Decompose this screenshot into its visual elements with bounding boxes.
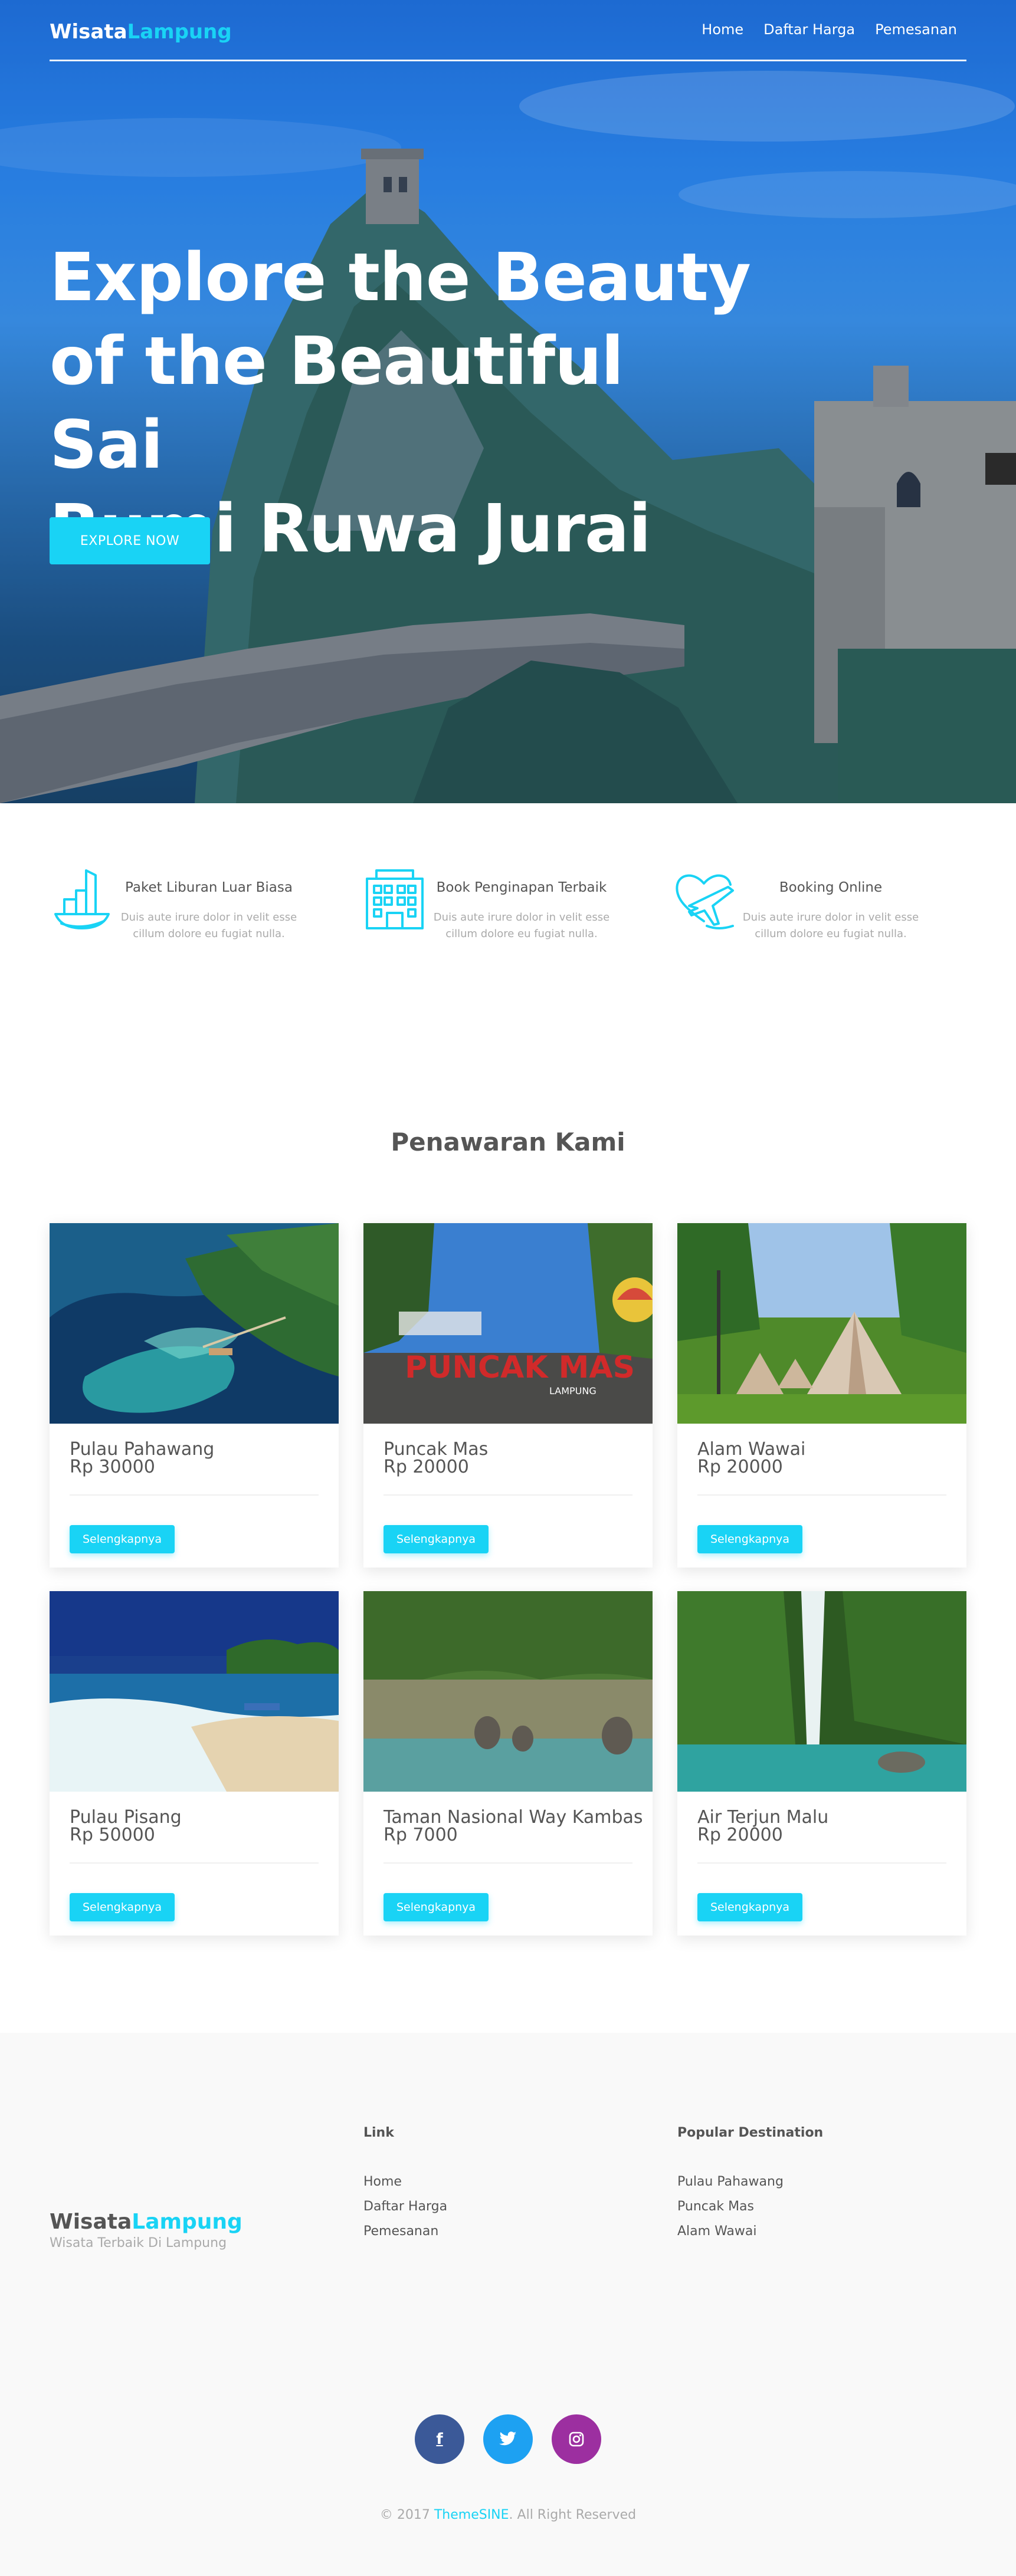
feature-title: Booking Online bbox=[779, 880, 883, 895]
footer-links-column: Link Home Daftar Harga Pemesanan bbox=[363, 2125, 447, 2244]
offer-image bbox=[50, 1591, 339, 1792]
twitter-bird-glyph bbox=[499, 2432, 516, 2446]
hero-title-line-1: Explore the Beauty bbox=[50, 239, 751, 316]
footer-link-pemesanan[interactable]: Pemesanan bbox=[363, 2219, 447, 2244]
offer-price: Rp 50000 bbox=[70, 1825, 155, 1845]
offer-image bbox=[50, 1223, 339, 1424]
footer-popular-heading: Popular Destination bbox=[677, 2125, 824, 2140]
selengkapnya-button[interactable]: Selengkapnya bbox=[697, 1893, 802, 1921]
boat-icon bbox=[54, 869, 110, 929]
selengkapnya-button[interactable]: Selengkapnya bbox=[697, 1525, 802, 1553]
card-divider bbox=[70, 1494, 319, 1496]
instagram-glyph bbox=[569, 2432, 584, 2447]
footer-tagline: Wisata Terbaik Di Lampung bbox=[50, 2236, 227, 2250]
offer-card[interactable]: PUNCAK MAS LAMPUNG Puncak Mas Rp 20000 S… bbox=[363, 1223, 653, 1568]
offer-card[interactable]: Taman Nasional Way Kambas Rp 7000 Seleng… bbox=[363, 1591, 653, 1936]
feature-item: Booking Online Duis aute irure dolor in … bbox=[671, 861, 966, 955]
plane-heart-icon bbox=[676, 874, 734, 929]
footer-popular-column: Popular Destination Pulau Pahawang Punca… bbox=[677, 2125, 823, 2244]
offer-card[interactable]: Alam Wawai Rp 20000 Selengkapnya bbox=[677, 1223, 966, 1568]
nav-menu: Home Daftar Harga Pemesanan bbox=[702, 21, 957, 38]
feature-item: Book Penginapan Terbaik Duis aute irure … bbox=[362, 861, 657, 955]
card-divider bbox=[697, 1494, 946, 1496]
copyright-text: © 2017 ThemeSINE. All Right Reserved bbox=[0, 2508, 1016, 2522]
facebook-icon[interactable]: f bbox=[415, 2414, 464, 2464]
offer-image bbox=[677, 1223, 966, 1424]
feature-title: Book Penginapan Terbaik bbox=[436, 880, 607, 895]
logo-text-part1: Wisata bbox=[50, 20, 127, 44]
puncak-mas-sign-subtext: LAMPUNG bbox=[549, 1385, 597, 1397]
footer-links-heading: Link bbox=[363, 2125, 394, 2140]
instagram-icon[interactable] bbox=[552, 2414, 601, 2464]
card-divider bbox=[697, 1862, 946, 1864]
offer-card[interactable]: Pulau Pisang Rp 50000 Selengkapnya bbox=[50, 1591, 339, 1936]
hero-section: WisataLampung Home Daftar Harga Pemesana… bbox=[0, 0, 1016, 803]
footer-link-daftar-harga[interactable]: Daftar Harga bbox=[363, 2194, 447, 2219]
card-divider bbox=[384, 1494, 632, 1496]
social-links: f bbox=[0, 2414, 1016, 2464]
offer-image: PUNCAK MAS LAMPUNG bbox=[363, 1223, 653, 1424]
offer-price: Rp 20000 bbox=[697, 1825, 783, 1845]
offer-image bbox=[677, 1591, 966, 1792]
nav-daftar-harga-link[interactable]: Daftar Harga bbox=[763, 21, 855, 38]
offers-section-title: Penawaran Kami bbox=[391, 1128, 625, 1156]
logo-text-part2: Lampung bbox=[127, 20, 232, 44]
nav-home-link[interactable]: Home bbox=[702, 21, 743, 38]
card-divider bbox=[70, 1862, 319, 1864]
selengkapnya-button[interactable]: Selengkapnya bbox=[384, 1893, 489, 1921]
top-navbar: WisataLampung Home Daftar Harga Pemesana… bbox=[50, 0, 966, 61]
feature-description: Duis aute irure dolor in velit esse cill… bbox=[433, 911, 610, 940]
selengkapnya-button[interactable]: Selengkapnya bbox=[70, 1525, 175, 1553]
feature-description: Duis aute irure dolor in velit esse cill… bbox=[120, 911, 297, 940]
footer-popular-link[interactable]: Puncak Mas bbox=[677, 2194, 823, 2219]
offer-price: Rp 30000 bbox=[70, 1457, 155, 1477]
copyright-brand-link[interactable]: ThemeSINE bbox=[434, 2508, 509, 2522]
footer-link-home[interactable]: Home bbox=[363, 2170, 447, 2194]
hotel-icon bbox=[366, 869, 424, 929]
footer-logo[interactable]: WisataLampung bbox=[50, 2210, 242, 2234]
footer-popular-link[interactable]: Pulau Pahawang bbox=[677, 2170, 823, 2194]
offer-image bbox=[363, 1591, 653, 1792]
site-footer: WisataLampung Wisata Terbaik Di Lampung … bbox=[0, 2033, 1016, 2576]
twitter-icon[interactable] bbox=[483, 2414, 533, 2464]
offer-price: Rp 20000 bbox=[384, 1457, 469, 1477]
puncak-mas-sign-text: PUNCAK MAS bbox=[405, 1350, 635, 1385]
selengkapnya-button[interactable]: Selengkapnya bbox=[70, 1893, 175, 1921]
footer-logo-part2: Lampung bbox=[132, 2210, 242, 2234]
feature-item: Paket Liburan Luar Biasa Duis aute irure… bbox=[50, 861, 345, 955]
footer-popular-link[interactable]: Alam Wawai bbox=[677, 2219, 823, 2244]
card-divider bbox=[384, 1862, 632, 1864]
hero-title-line-2: of the Beautiful Sai bbox=[50, 323, 624, 484]
nav-pemesanan-link[interactable]: Pemesanan bbox=[875, 21, 957, 38]
copyright-prefix: © 2017 bbox=[379, 2508, 434, 2522]
copyright-suffix: . All Right Reserved bbox=[509, 2508, 637, 2522]
offer-price: Rp 20000 bbox=[697, 1457, 783, 1477]
side-tab[interactable] bbox=[985, 453, 1016, 485]
offer-card[interactable]: Air Terjun Malu Rp 20000 Selengkapnya bbox=[677, 1591, 966, 1936]
site-logo[interactable]: WisataLampung bbox=[50, 20, 232, 44]
offer-card[interactable]: Pulau Pahawang Rp 30000 Selengkapnya bbox=[50, 1223, 339, 1568]
selengkapnya-button[interactable]: Selengkapnya bbox=[384, 1525, 489, 1553]
feature-title: Paket Liburan Luar Biasa bbox=[125, 880, 293, 895]
features-section: Paket Liburan Luar Biasa Duis aute irure… bbox=[50, 861, 966, 955]
offer-price: Rp 7000 bbox=[384, 1825, 458, 1845]
footer-logo-part1: Wisata bbox=[50, 2210, 132, 2234]
explore-now-button[interactable]: EXPLORE NOW bbox=[50, 517, 210, 564]
feature-description: Duis aute irure dolor in velit esse cill… bbox=[742, 911, 919, 940]
